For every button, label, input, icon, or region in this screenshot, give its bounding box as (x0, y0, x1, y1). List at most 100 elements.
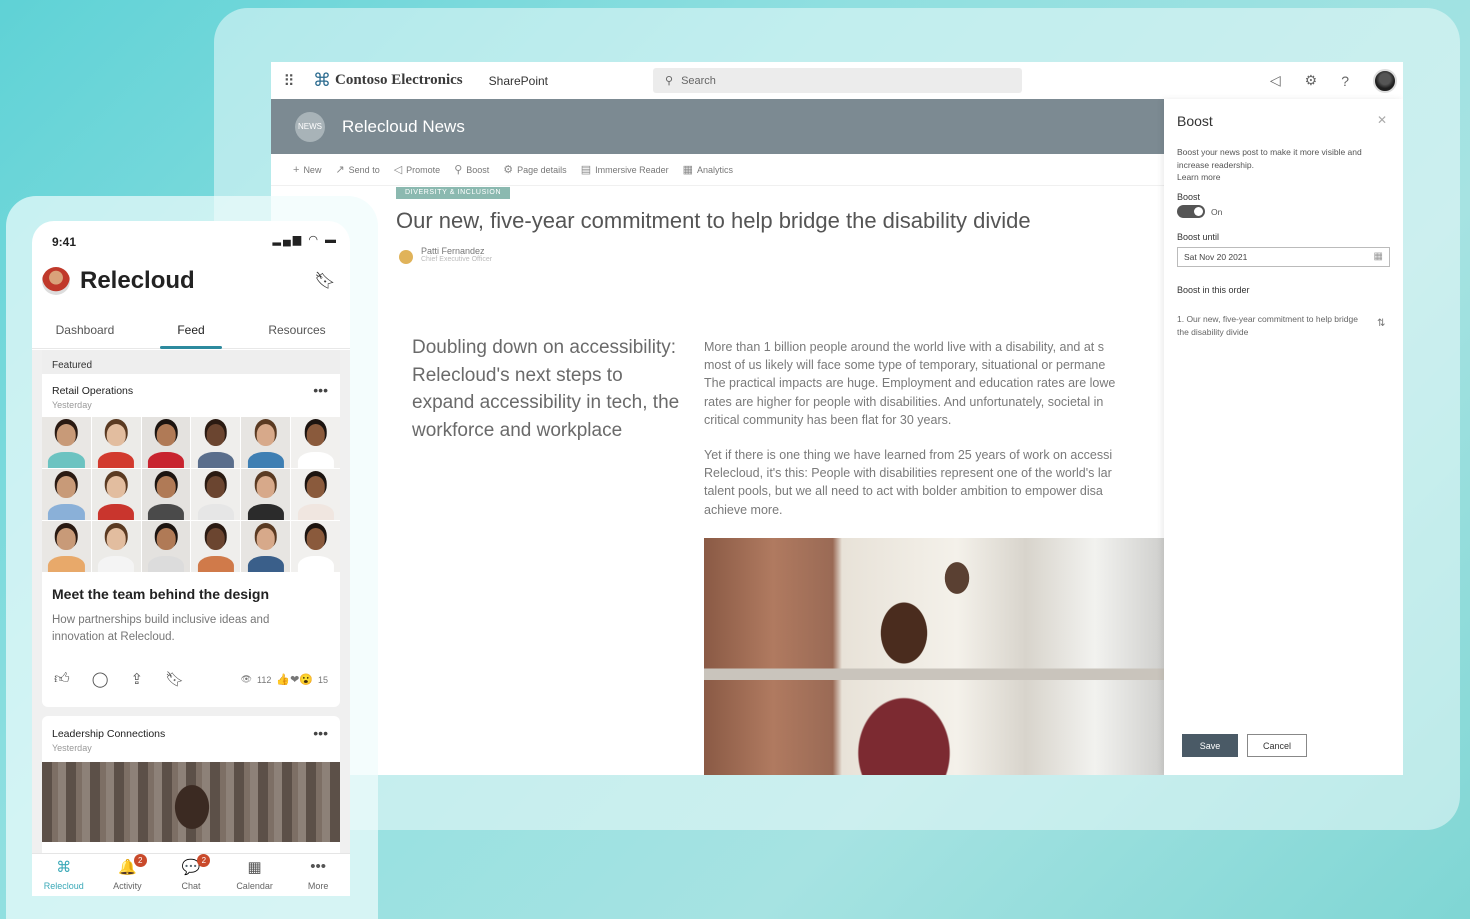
author-name: Patti Fernandez (421, 246, 485, 256)
command-analytics[interactable]: ▦ Analytics (683, 163, 733, 176)
nav-chat[interactable]: 💬 Chat 2 (159, 854, 223, 896)
tab-feed[interactable]: Feed (138, 321, 244, 349)
paragraph-line: achieve more. (704, 502, 783, 517)
author-byline[interactable]: Patti Fernandez Chief Executive Officer (399, 246, 492, 264)
command-label: Page details (517, 164, 567, 175)
calendar-icon[interactable]: ▦ (1374, 248, 1383, 266)
app-launcher-icon[interactable]: ⠿ (271, 72, 307, 90)
bell-icon: 🔔 (118, 859, 137, 876)
paragraph-line: rates are higher for people with disabil… (704, 394, 1104, 409)
search-placeholder: Search (681, 74, 716, 87)
chart-icon: ▦ (682, 164, 694, 176)
close-icon[interactable]: ✕ (1377, 113, 1387, 127)
tab-bar: Dashboard Feed Resources (32, 321, 350, 349)
user-avatar[interactable] (1373, 68, 1397, 93)
reactions-icon[interactable]: 👍❤😮 (276, 673, 313, 686)
command-label: Analytics (697, 164, 734, 175)
notification-badge: 2 (133, 854, 147, 867)
like-icon[interactable]: 👍︎ (54, 670, 70, 688)
team-member-photo (241, 521, 291, 572)
team-member-photo (191, 417, 241, 468)
bookmark-icon[interactable]: 🔖︎ (165, 670, 184, 688)
tab-dashboard[interactable]: Dashboard (32, 321, 138, 348)
leadership-card[interactable]: Leadership Connections Yesterday ••• (42, 716, 340, 866)
comment-icon[interactable]: ◯ (92, 670, 109, 688)
paragraph-line: Relecloud, it's this: People with disabi… (704, 466, 1112, 481)
boost-until-date-field[interactable]: Sat Nov 20 2021 ▦ (1177, 247, 1390, 267)
boost-toggle[interactable] (1177, 205, 1205, 218)
megaphone-icon[interactable]: ◁ (1270, 72, 1281, 89)
command-label: Boost (466, 164, 490, 175)
command-send-to[interactable]: ↗ Send to (335, 163, 379, 176)
relecloud-icon: ⌘ (56, 859, 72, 876)
command-promote[interactable]: ◁ Promote (394, 163, 440, 176)
nav-activity[interactable]: 🔔 Activity 2 (96, 854, 160, 896)
command-label: New (303, 164, 322, 175)
card-source: Retail Operations (52, 385, 134, 397)
card-date: Yesterday (52, 743, 92, 753)
sharepoint-window: ⠿ ⌘ Contoso Electronics SharePoint ⚲ Sea… (271, 62, 1403, 775)
more-options-icon[interactable]: ••• (313, 382, 328, 398)
send-icon: ↗ (335, 164, 345, 176)
team-member-photo (42, 417, 91, 468)
command-label: Immersive Reader (595, 164, 669, 175)
article-hero-image (704, 538, 1164, 775)
team-member-photo (141, 469, 191, 520)
contoso-logo-icon: ⌘ (313, 70, 331, 90)
nav-label: Chat (181, 881, 201, 891)
learn-more-link[interactable]: Learn more (1177, 172, 1220, 182)
share-icon[interactable]: ⇪ (130, 670, 143, 688)
boost-order-item[interactable]: 1. Our new, five-year commitment to help… (1177, 313, 1367, 339)
nav-relecloud[interactable]: ⌘ Relecloud (32, 854, 96, 896)
wifi-icon: ◠ (308, 234, 320, 246)
profile-avatar[interactable] (42, 267, 70, 295)
card-title: Meet the team behind the design (52, 586, 270, 602)
featured-label: Featured (52, 360, 93, 371)
reorder-icon[interactable]: ⇅ (1377, 318, 1385, 329)
team-member-photo (291, 521, 340, 572)
article-paragraph: More than 1 billion people around the wo… (704, 338, 1164, 429)
boost-toggle-state: On (1211, 207, 1223, 217)
nav-calendar[interactable]: ▦ Calendar (223, 854, 287, 896)
cancel-button[interactable]: Cancel (1247, 734, 1307, 757)
card-actions: 👍︎ ◯ ⇪ 🔖︎ (54, 670, 184, 688)
team-member-photo (91, 417, 141, 468)
command-page-details[interactable]: ⚙ Page details (503, 163, 566, 176)
command-bar: + New ↗ Send to ◁ Promote ⚲ Boost ⚙ Page details ▤… (271, 154, 1164, 186)
gear-icon: ⚙ (503, 164, 514, 176)
card-source: Leadership Connections (52, 728, 166, 740)
signal-icon: ▂▄▆ (272, 234, 304, 246)
site-logo[interactable]: NEWS (295, 111, 325, 142)
boost-until-value: Sat Nov 20 2021 (1184, 252, 1248, 262)
command-boost[interactable]: ⚲ Boost (454, 163, 489, 176)
app-header: Relecloud (42, 267, 195, 295)
help-icon[interactable]: ? (1341, 73, 1349, 89)
search-icon: ⚲ (665, 75, 674, 87)
app-title: Relecloud (80, 267, 195, 294)
team-member-photo (291, 469, 340, 520)
more-icon: ••• (310, 858, 327, 875)
settings-gear-icon[interactable]: ⚙ (1305, 72, 1318, 89)
paragraph-line: critical community has been flat for 30 … (704, 412, 952, 427)
nav-more[interactable]: ••• More (286, 854, 350, 896)
category-tag[interactable]: DIVERSITY & INCLUSION (396, 187, 511, 199)
bookmark-icon[interactable]: 🔖︎ (314, 271, 336, 291)
team-member-photo (141, 417, 191, 468)
brand[interactable]: ⌘ Contoso Electronics (313, 70, 463, 91)
team-member-photo (91, 469, 141, 520)
team-member-photo (191, 469, 241, 520)
paragraph-line: The practical impacts are huge. Employme… (704, 376, 1116, 391)
nav-label: Relecloud (43, 881, 84, 891)
article-title: Our new, five-year commitment to help br… (396, 208, 1031, 233)
featured-card[interactable]: Featured Retail Operations Yesterday •••… (42, 350, 340, 707)
search-box[interactable]: ⚲ Search (653, 68, 1022, 93)
status-icons: ▂▄▆ ◠ ▬ (273, 233, 338, 246)
command-immersive-reader[interactable]: ▤ Immersive Reader (581, 163, 669, 176)
sharepoint-link[interactable]: SharePoint (489, 74, 548, 88)
more-options-icon[interactable]: ••• (313, 725, 328, 741)
site-title[interactable]: Relecloud News (342, 117, 465, 137)
tab-resources[interactable]: Resources (244, 321, 350, 348)
suite-actions: ◁ ⚙ ? (1270, 62, 1403, 99)
save-button[interactable]: Save (1182, 734, 1238, 757)
command-new[interactable]: + New (293, 164, 321, 176)
